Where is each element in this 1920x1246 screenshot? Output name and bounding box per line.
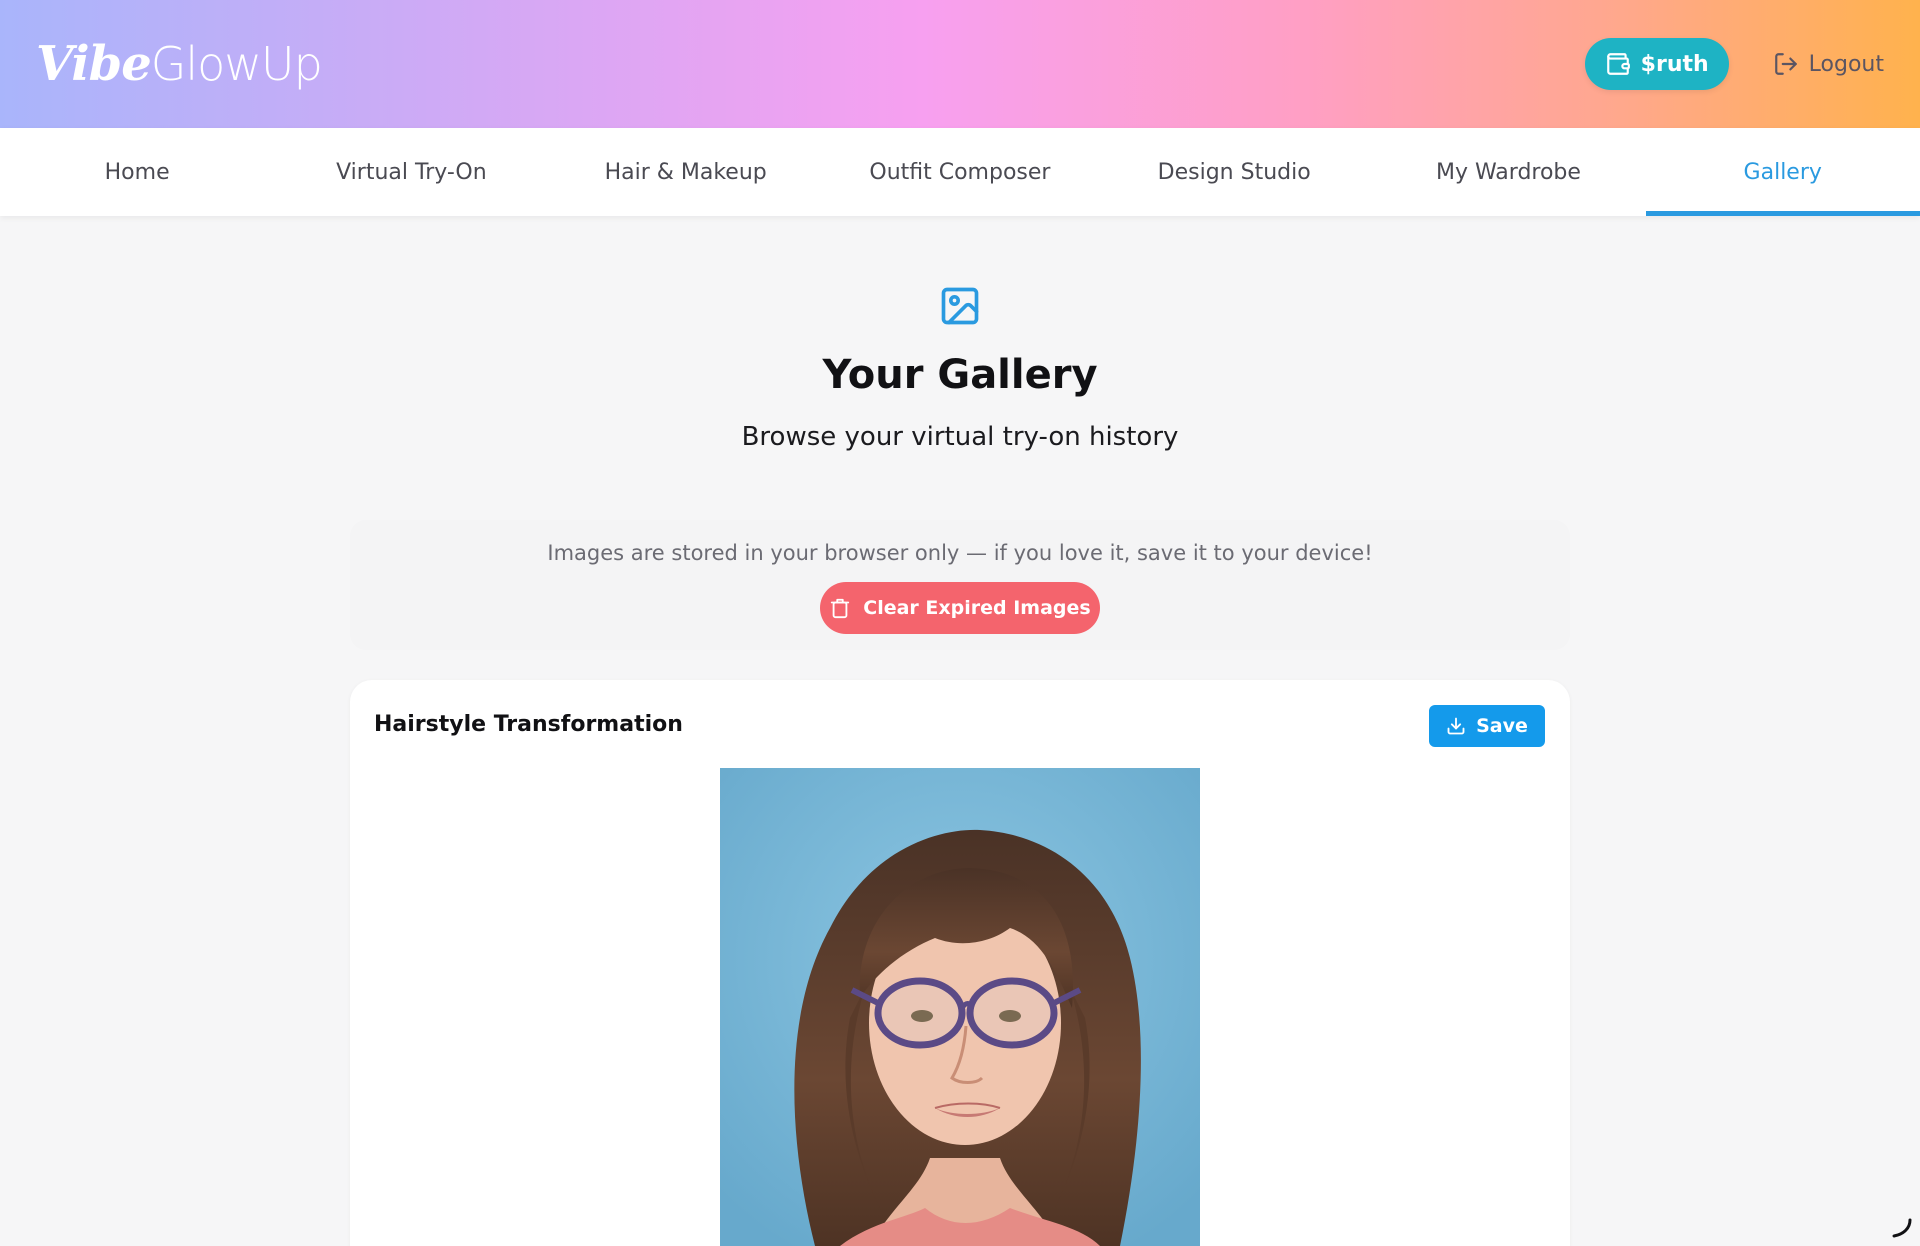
portrait-illustration <box>720 768 1200 1246</box>
nav-item-design-studio[interactable]: Design Studio <box>1097 128 1371 216</box>
gallery-image[interactable] <box>720 768 1200 1246</box>
app-logo[interactable]: Vibe GlowUp <box>36 36 323 92</box>
logout-label: Logout <box>1808 51 1884 77</box>
nav-item-outfit-composer[interactable]: Outfit Composer <box>823 128 1097 216</box>
download-icon <box>1447 717 1465 735</box>
clear-expired-label: Clear Expired Images <box>863 597 1091 619</box>
wallet-label: $ruth <box>1640 51 1709 77</box>
log-out-icon <box>1774 53 1797 75</box>
clear-expired-button[interactable]: Clear Expired Images <box>820 582 1100 634</box>
wallet-icon <box>1606 53 1630 75</box>
trash-icon <box>831 598 850 619</box>
nav-item-home[interactable]: Home <box>0 128 274 216</box>
logo-glowup-text: GlowUp <box>150 37 323 91</box>
nav-item-my-wardrobe[interactable]: My Wardrobe <box>1371 128 1645 216</box>
nav-item-hair-makeup[interactable]: Hair & Makeup <box>549 128 823 216</box>
app-header: Vibe GlowUp $ruth Logout <box>0 0 1920 128</box>
logo-vibe-text: Vibe <box>36 36 152 92</box>
image-icon <box>941 287 979 325</box>
page-subtitle: Browse your virtual try-on history <box>741 422 1179 452</box>
gallery-card-title: Hairstyle Transformation <box>374 712 683 737</box>
header-actions: $ruth Logout <box>1584 38 1884 90</box>
logout-button[interactable]: Logout <box>1773 51 1884 77</box>
nav-item-gallery[interactable]: Gallery <box>1645 128 1920 216</box>
page-title: Your Gallery <box>822 352 1098 398</box>
storage-notice-text: Images are stored in your browser only —… <box>547 541 1373 565</box>
nav-item-virtual-try-on[interactable]: Virtual Try-On <box>274 128 548 216</box>
main-nav: Home Virtual Try-On Hair & Makeup Outfit… <box>0 128 1920 216</box>
save-label: Save <box>1476 715 1528 737</box>
wallet-button[interactable]: $ruth <box>1584 38 1729 90</box>
save-button[interactable]: Save <box>1429 705 1545 747</box>
loading-spinner-icon <box>1892 1218 1912 1238</box>
